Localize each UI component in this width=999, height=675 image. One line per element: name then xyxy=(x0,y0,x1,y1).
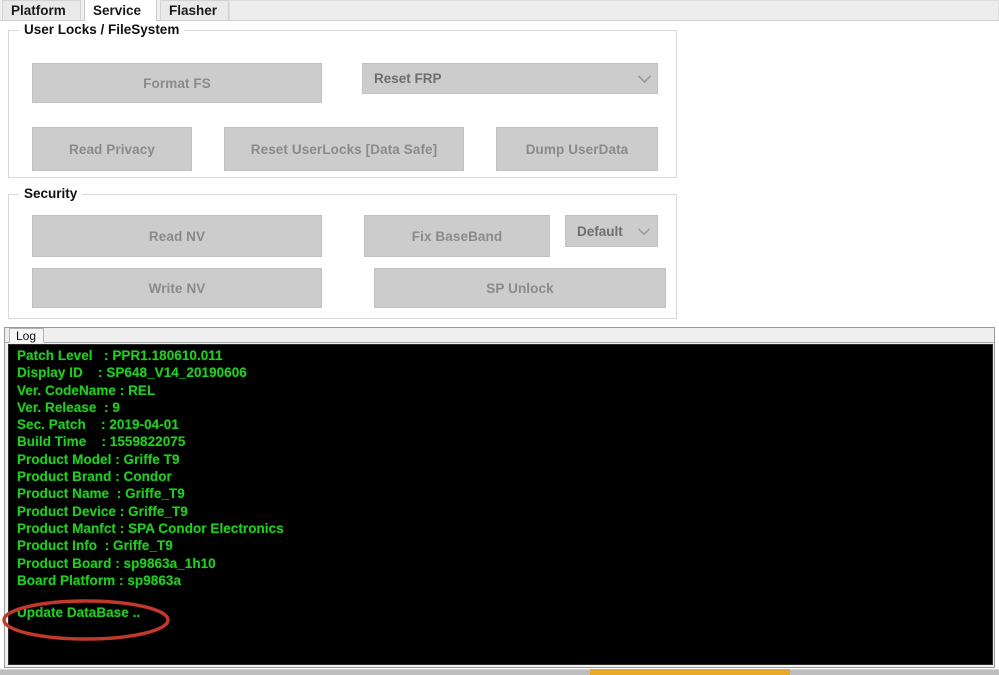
log-line: Build Time : 1559822075 xyxy=(17,434,186,450)
tab-strip-filler xyxy=(229,0,999,20)
log-line: Product Model : Griffe T9 xyxy=(17,451,180,467)
read-nv-button[interactable]: Read NV xyxy=(32,215,322,257)
log-line: Ver. Release : 9 xyxy=(17,399,120,415)
log-line: Display ID : SP648_V14_20190606 xyxy=(17,365,247,381)
status-bar xyxy=(0,669,999,675)
dump-userdata-button[interactable]: Dump UserData xyxy=(496,127,658,171)
tab-platform-label: Platform xyxy=(11,3,66,18)
chevron-down-icon xyxy=(631,227,657,236)
fix-baseband-button[interactable]: Fix BaseBand xyxy=(364,215,550,257)
tab-flasher[interactable]: Flasher xyxy=(160,0,229,20)
sp-unlock-button[interactable]: SP Unlock xyxy=(374,268,666,308)
reset-frp-combobox-value: Reset FRP xyxy=(374,71,442,86)
log-line: Board Platform : sp9863a xyxy=(17,572,182,588)
tab-flasher-label: Flasher xyxy=(169,3,218,18)
group-security: Security Read NV Fix BaseBand Default Wr… xyxy=(8,186,677,319)
format-fs-button[interactable]: Format FS xyxy=(32,63,322,103)
write-nv-button[interactable]: Write NV xyxy=(32,268,322,308)
log-blank-line xyxy=(17,589,992,604)
log-tab-row: Log xyxy=(5,328,994,343)
log-line: Product Name : Griffe_T9 xyxy=(17,486,185,502)
application-window: Platform Service Flasher User Locks / Fi… xyxy=(0,0,999,675)
main-tab-strip: Platform Service Flasher xyxy=(0,0,999,21)
log-console[interactable]: Patch Level : PPR1.180610.011 Display ID… xyxy=(8,344,993,665)
log-line: Ver. CodeName : REL xyxy=(17,382,156,398)
log-line: Product Manfct : SPA Condor Electronics xyxy=(17,520,284,536)
group-user-locks-filesystem: User Locks / FileSystem Format FS Reset … xyxy=(8,22,677,178)
tab-service-label: Service xyxy=(93,3,142,18)
log-line: Patch Level : PPR1.180610.011 xyxy=(17,348,223,363)
log-line: Product Brand : Condor xyxy=(17,469,172,485)
log-line: Product Device : Griffe_T9 xyxy=(17,503,188,519)
status-bar-divider xyxy=(0,669,999,670)
baseband-mode-combobox[interactable]: Default xyxy=(565,215,658,247)
group-security-title: Security xyxy=(19,186,83,201)
baseband-mode-combobox-value: Default xyxy=(577,223,623,239)
log-line: Product Info : Griffe_T9 xyxy=(17,538,173,554)
group-user-locks-title: User Locks / FileSystem xyxy=(19,22,185,37)
progress-bar-fill xyxy=(590,669,790,675)
log-panel: Log Patch Level : PPR1.180610.011 Displa… xyxy=(4,327,995,668)
tab-log-label: Log xyxy=(16,329,37,343)
tab-service[interactable]: Service xyxy=(84,0,157,21)
log-line: Sec. Patch : 2019-04-01 xyxy=(17,417,179,433)
log-line: Product Board : sp9863a_1h10 xyxy=(17,555,216,571)
chevron-down-icon xyxy=(631,74,657,84)
tab-log[interactable]: Log xyxy=(9,328,45,343)
log-line-highlighted: Update DataBase .. xyxy=(17,605,141,621)
reset-frp-combobox[interactable]: Reset FRP xyxy=(362,63,658,94)
reset-userlocks-button[interactable]: Reset UserLocks [Data Safe] xyxy=(224,127,464,171)
read-privacy-button[interactable]: Read Privacy xyxy=(32,127,192,171)
tab-platform[interactable]: Platform xyxy=(2,0,81,20)
